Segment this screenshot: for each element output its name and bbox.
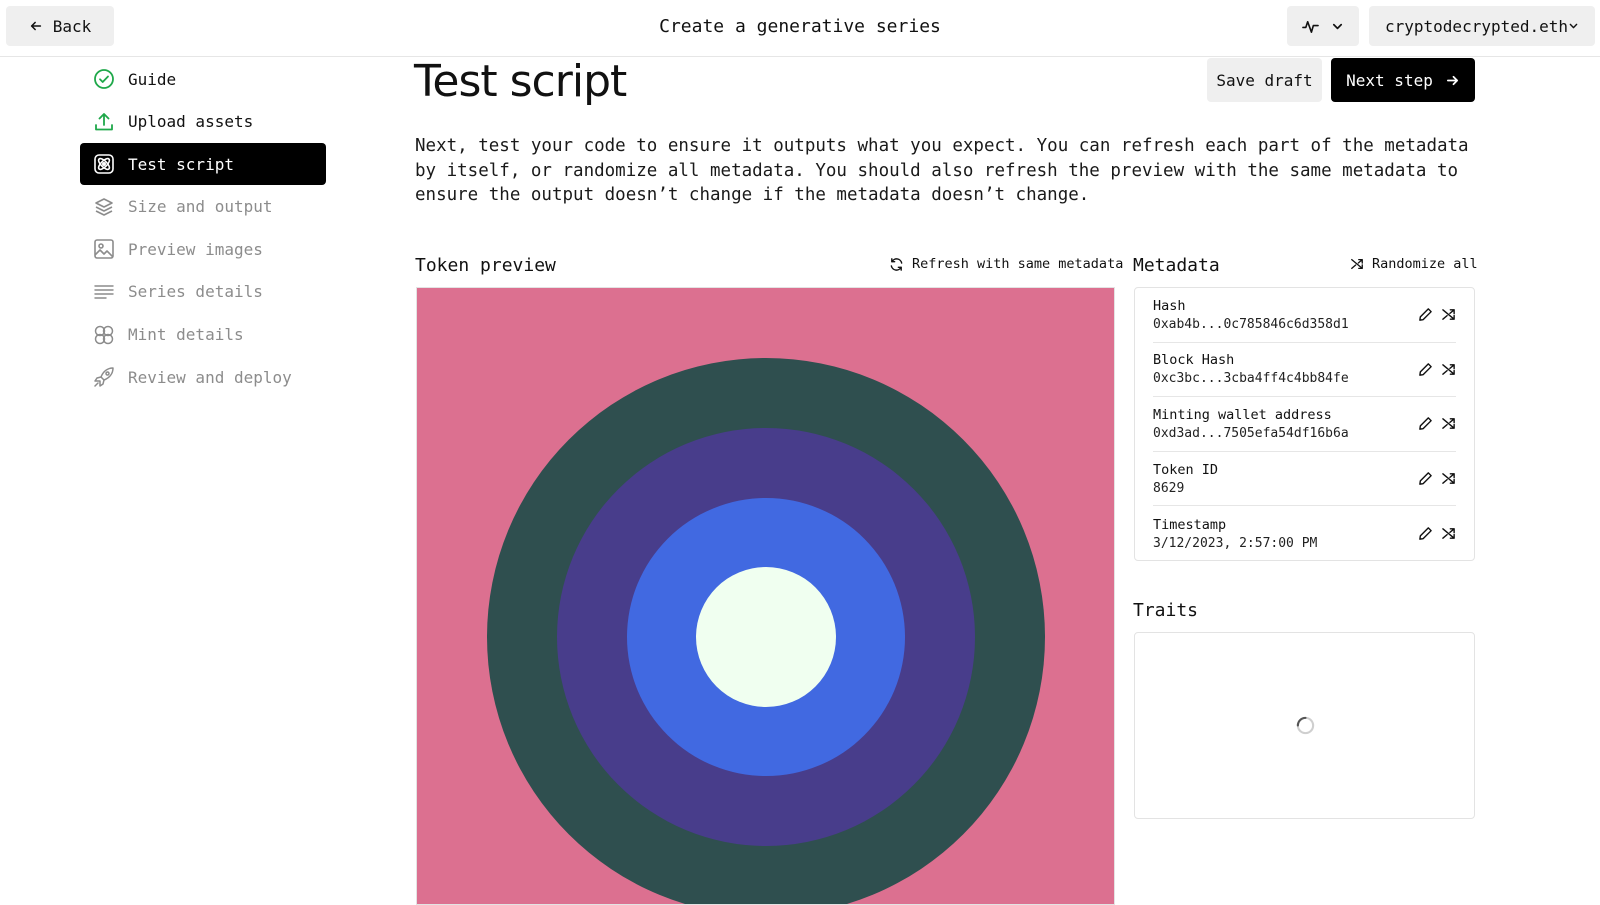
save-draft-button[interactable]: Save draft <box>1207 58 1322 102</box>
sidebar-item-guide[interactable]: Guide <box>80 58 326 100</box>
circles-icon <box>93 324 115 346</box>
metadata-value: 3/12/2023, 2:57:00 PM <box>1153 535 1318 551</box>
activity-menu-button[interactable] <box>1287 6 1359 46</box>
metadata-label: Metadata <box>1133 255 1220 276</box>
preview-center <box>696 567 836 707</box>
edit-pencil-icon[interactable] <box>1418 362 1433 377</box>
page-header-title: Create a generative series <box>659 16 941 37</box>
metadata-row: Token ID 8629 <box>1153 452 1456 507</box>
sidebar-item-label: Guide <box>128 69 177 89</box>
account-menu-button[interactable]: cryptodecrypted.eth <box>1369 6 1595 46</box>
sidebar-item-label: Series details <box>128 282 263 302</box>
edit-pencil-icon[interactable] <box>1418 526 1433 541</box>
refresh-same-metadata-button[interactable]: Refresh with same metadata <box>889 256 1123 272</box>
metadata-key: Hash <box>1153 297 1186 314</box>
metadata-row: Minting wallet address 0xd3ad...7505efa54… <box>1153 397 1456 452</box>
shuffle-icon[interactable] <box>1441 416 1456 431</box>
metadata-text: Token ID 8629 <box>1153 462 1218 496</box>
token-preview-label: Token preview <box>415 255 556 276</box>
arrow-right-icon <box>1446 75 1458 85</box>
page-title: Test script <box>414 56 627 107</box>
metadata-actions <box>1418 526 1456 541</box>
refresh-label: Refresh with same metadata <box>912 256 1124 272</box>
back-button-label: Back <box>52 16 92 36</box>
next-step-button[interactable]: Next step <box>1331 58 1475 102</box>
metadata-actions <box>1418 307 1456 322</box>
metadata-row: Block Hash 0xc3bc...3cba4ff4c4bb84fe <box>1153 343 1456 398</box>
sidebar-item-label: Review and deploy <box>128 367 292 387</box>
metadata-text: Block Hash 0xc3bc...3cba4ff4c4bb84fe <box>1153 352 1349 386</box>
traits-panel <box>1134 632 1475 819</box>
sidebar-item-label: Upload assets <box>128 112 254 132</box>
sidebar-item-preview-images[interactable]: Preview images <box>80 228 326 270</box>
chevron-down-icon <box>1332 23 1343 29</box>
sidebar-item-test-script[interactable]: Test script <box>80 143 326 186</box>
metadata-text: Minting wallet address 0xd3ad...7505efa54… <box>1153 407 1349 441</box>
metadata-value: 0xc3bc...3cba4ff4c4bb84fe <box>1153 371 1349 387</box>
metadata-key: Block Hash <box>1153 352 1235 369</box>
metadata-text: Timestamp 3/12/2023, 2:57:00 PM <box>1153 517 1317 551</box>
sidebar-item-series-details[interactable]: Series details <box>80 271 326 313</box>
sidebar-item-size-and-output[interactable]: Size and output <box>80 186 326 228</box>
back-button[interactable]: Back <box>6 6 114 46</box>
metadata-key: Timestamp <box>1153 516 1227 533</box>
sidebar-item-label: Test script <box>128 154 234 174</box>
sidebar-item-label: Mint details <box>128 325 244 345</box>
metadata-value: 0xd3ad...7505efa54df16b6a <box>1153 425 1349 441</box>
metadata-value: 0xab4b...0c785846c6d358d1 <box>1153 316 1349 332</box>
rocket-icon <box>93 366 115 388</box>
metadata-row: Timestamp 3/12/2023, 2:57:00 PM <box>1153 506 1456 561</box>
layers-icon <box>93 196 115 218</box>
refresh-icon <box>890 257 903 271</box>
shuffle-icon[interactable] <box>1441 526 1456 541</box>
upload-icon <box>93 111 115 133</box>
loading-spinner-icon <box>1296 716 1315 735</box>
sidebar-item-review-and-deploy[interactable]: Review and deploy <box>80 356 326 398</box>
traits-label: Traits <box>1133 600 1199 621</box>
image-icon <box>93 238 115 260</box>
sidebar-item-mint-details[interactable]: Mint details <box>80 314 326 356</box>
text-lines-icon <box>93 281 115 303</box>
shuffle-icon[interactable] <box>1441 362 1456 377</box>
shuffle-icon[interactable] <box>1441 471 1456 486</box>
metadata-value: 8629 <box>1153 480 1185 496</box>
metadata-key: Token ID <box>1153 461 1219 478</box>
metadata-actions <box>1418 416 1456 431</box>
edit-pencil-icon[interactable] <box>1418 416 1433 431</box>
atom-icon <box>93 153 115 175</box>
account-name: cryptodecrypted.eth <box>1385 16 1569 36</box>
top-bar: Back Create a generative series cryptode… <box>0 0 1600 57</box>
metadata-text: Hash 0xab4b...0c785846c6d358d1 <box>1153 298 1349 332</box>
sidebar-item-upload-assets[interactable]: Upload assets <box>80 101 326 143</box>
chevron-down-icon <box>1569 23 1578 29</box>
metadata-key: Minting wallet address <box>1153 406 1332 423</box>
intro-text: Next, test your code to ensure it output… <box>415 136 1469 206</box>
sidebar-item-label: Preview images <box>128 239 263 259</box>
metadata-actions <box>1418 362 1456 377</box>
edit-pencil-icon[interactable] <box>1418 471 1433 486</box>
metadata-list: Hash 0xab4b...0c785846c6d358d1 Block Hash 0… <box>1134 287 1475 561</box>
shuffle-icon[interactable] <box>1441 307 1456 322</box>
check-circle-icon <box>93 68 115 90</box>
shuffle-icon <box>1351 258 1363 270</box>
next-step-label: Next step <box>1346 70 1433 90</box>
metadata-row: Hash 0xab4b...0c785846c6d358d1 <box>1153 288 1456 343</box>
randomize-all-button[interactable]: Randomize all <box>1350 256 1478 272</box>
token-preview-canvas <box>416 287 1115 905</box>
sidebar-item-label: Size and output <box>128 197 273 217</box>
arrow-left-icon <box>30 21 41 31</box>
metadata-actions <box>1418 471 1456 486</box>
steps-sidebar: Guide Upload assets Test script Size and… <box>80 58 326 399</box>
randomize-label: Randomize all <box>1372 256 1478 272</box>
activity-icon <box>1302 20 1319 33</box>
edit-pencil-icon[interactable] <box>1418 307 1433 322</box>
